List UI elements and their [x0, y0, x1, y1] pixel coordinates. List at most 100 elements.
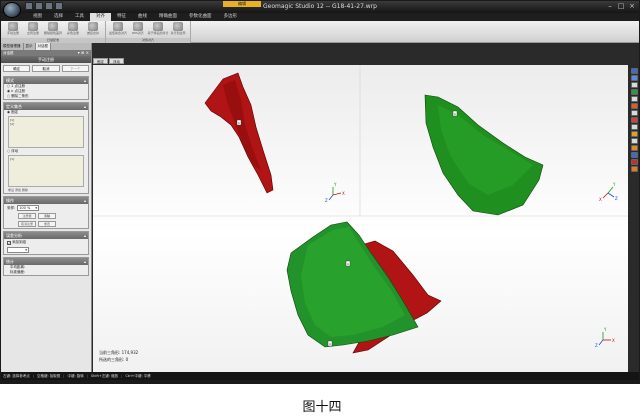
- fixed-list[interactable]: [1] [2]: [8, 116, 84, 148]
- status-hint: Ctrl+中键: 平移: [125, 374, 151, 378]
- section-icon[interactable]: [631, 145, 638, 151]
- fit-view-icon[interactable]: [631, 82, 638, 88]
- rotate-icon[interactable]: [631, 117, 638, 123]
- axis-triad-top-right: Y X Z: [599, 182, 618, 202]
- group-select[interactable]: [7, 247, 29, 253]
- maximize-button[interactable]: □: [616, 2, 626, 11]
- settings-icon[interactable]: [631, 166, 638, 172]
- rps-icon: [133, 22, 143, 31]
- tab-curves[interactable]: 曲线: [132, 13, 153, 21]
- dialog-buttons: 确定 取消 下一个: [1, 63, 91, 74]
- svg-text:Z: Z: [325, 198, 328, 203]
- float-radio[interactable]: ○ 浮动: [4, 149, 88, 154]
- title-bar: 编辑 Geomagic Studio 12 -- G18-41-27.wrp –…: [1, 1, 639, 13]
- float-list[interactable]: [1]: [8, 155, 84, 187]
- reset-button[interactable]: 重置: [38, 221, 56, 227]
- undo-registration-button[interactable]: 取消注册: [18, 221, 36, 227]
- view-front-icon[interactable]: [631, 68, 638, 74]
- list-item[interactable]: [2]: [10, 122, 82, 126]
- point-marker[interactable]: 1: [345, 260, 351, 267]
- svg-text:Y: Y: [612, 182, 616, 187]
- mode-option-delete[interactable]: ○ 删除二条形: [4, 94, 88, 99]
- define-set-header[interactable]: 定义集合 ▴: [4, 103, 88, 110]
- tab-parametric-surfaces[interactable]: 参数化曲面: [183, 13, 218, 21]
- pin-icon[interactable]: ▾ ⊞ ×: [78, 50, 89, 56]
- point-marker[interactable]: 1: [327, 340, 333, 347]
- ribbon-group-title: 对象对齐: [106, 38, 190, 43]
- status-hint: 空格键: 拾取框: [36, 374, 61, 378]
- add-to-group-checkbox[interactable]: ✓ 添加到组: [4, 239, 88, 246]
- sampling-select[interactable]: 100 %: [17, 205, 40, 211]
- panel-title: 对话框 ▾ ⊞ ×: [1, 50, 91, 56]
- render-icon[interactable]: [631, 159, 638, 165]
- tab-exact-surfaces[interactable]: 精确曲面: [153, 13, 183, 21]
- measure-icon[interactable]: [631, 152, 638, 158]
- chevron-up-icon: ▴: [83, 233, 86, 238]
- tab-model-manager[interactable]: 模型管理器: [1, 43, 24, 50]
- tab-select[interactable]: 选择: [48, 13, 69, 21]
- tab-polygons[interactable]: 多边形: [218, 13, 244, 21]
- selected-triangle-count: 所选的三角形: 0: [99, 357, 129, 362]
- view-top-icon[interactable]: [631, 75, 638, 81]
- mode-title: 模式: [6, 78, 14, 83]
- select-icon[interactable]: [631, 89, 638, 95]
- zoom-icon[interactable]: [631, 110, 638, 116]
- next-button[interactable]: 下一个: [61, 65, 89, 72]
- list-tools[interactable]: 重设 添加 删除: [4, 188, 88, 193]
- axis-triad-top-left: Y X Z: [325, 182, 345, 203]
- color-difference-icon: [48, 22, 58, 31]
- standard-deviation: 标准偏差:: [10, 270, 26, 274]
- mode-section-header[interactable]: 模式 ▴: [4, 77, 88, 84]
- compare-header[interactable]: 误差分析 ▴: [4, 232, 88, 239]
- status-hint: Shift+左键: 缩放: [90, 374, 119, 378]
- operations-header[interactable]: 操作 ▴: [4, 197, 88, 204]
- 3d-viewport[interactable]: 1 1 1 1 Y X Z Y X Z Y X Z 当前三角形: 174,932…: [93, 65, 628, 372]
- window-controls: – □ ×: [605, 2, 637, 11]
- ok-button[interactable]: 确定: [3, 65, 31, 72]
- brush-icon[interactable]: [631, 103, 638, 109]
- sampling-label: 采样:: [7, 205, 16, 210]
- light-icon[interactable]: [631, 138, 638, 144]
- point-marker[interactable]: 1: [236, 119, 242, 126]
- lasso-icon[interactable]: [631, 96, 638, 102]
- sampling-row: 采样: 100 %: [4, 204, 88, 212]
- checkbox-label: 添加到组: [12, 240, 26, 244]
- chevron-up-icon: ▴: [83, 259, 86, 264]
- tab-view[interactable]: 视图: [27, 13, 48, 21]
- point-marker-label: 1: [329, 342, 331, 346]
- view-tab-float[interactable]: 浮动: [109, 58, 124, 64]
- viewport-canvas[interactable]: 1 1 1 1 Y X Z Y X Z Y X Z: [93, 65, 628, 372]
- application-menu-button[interactable]: [3, 2, 21, 18]
- define-set-title: 定义集合: [6, 104, 22, 109]
- figure-caption: 图十四: [302, 400, 342, 415]
- register-button[interactable]: 注册器: [18, 213, 36, 219]
- right-toolbar: [631, 68, 639, 172]
- tab-tools[interactable]: 工具: [69, 13, 90, 21]
- stats-header[interactable]: 统计 ▴: [4, 258, 88, 265]
- operations-title: 操作: [6, 198, 14, 203]
- tab-dialog[interactable]: 对话框: [35, 43, 51, 50]
- cancel-button[interactable]: 取消: [32, 65, 60, 72]
- operations-section: 操作 ▴ 采样: 100 % 注册器 清除 取消注册 重置: [3, 196, 89, 229]
- point-marker[interactable]: 1: [452, 110, 458, 117]
- view-tab-fixed[interactable]: 固定: [93, 58, 108, 64]
- close-button[interactable]: ×: [627, 2, 637, 11]
- panel-tabs: 模型管理器 显示 对话框: [1, 43, 91, 50]
- manual-registration-icon: [8, 22, 18, 31]
- svg-text:X: X: [342, 191, 345, 196]
- tab-features[interactable]: 特征: [111, 13, 132, 21]
- fixed-radio[interactable]: ◉ 固定: [4, 110, 88, 115]
- list-item[interactable]: [1]: [10, 157, 82, 161]
- status-hint: 中键: 旋转: [67, 374, 84, 378]
- mode-option-label: 删除二条形: [11, 94, 29, 98]
- color-icon[interactable]: [631, 131, 638, 137]
- app-window: 编辑 Geomagic Studio 12 -- G18-41-27.wrp –…: [0, 0, 640, 384]
- minimize-button[interactable]: –: [605, 2, 615, 11]
- global-registration-icon: [28, 22, 38, 31]
- clear-button[interactable]: 清除: [38, 213, 56, 219]
- svg-text:Y: Y: [603, 327, 607, 332]
- tab-display[interactable]: 显示: [24, 43, 36, 50]
- chevron-up-icon: ▴: [83, 198, 86, 203]
- tab-align[interactable]: 对齐: [90, 13, 111, 21]
- pan-icon[interactable]: [631, 124, 638, 130]
